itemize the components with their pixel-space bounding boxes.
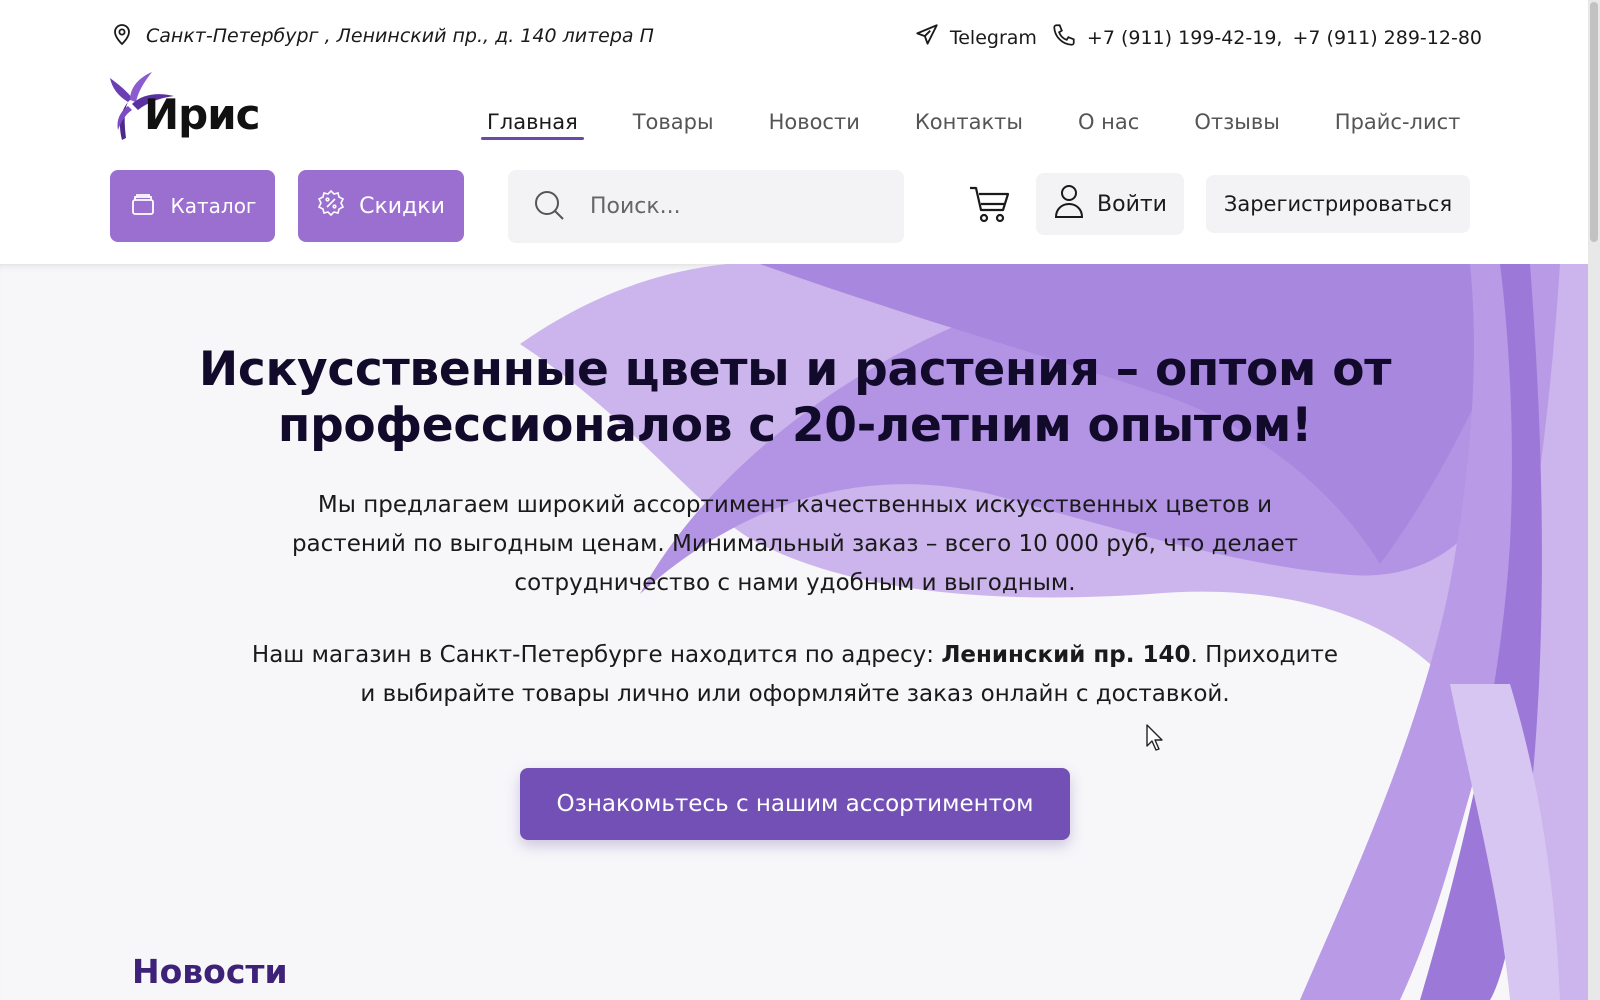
- discount-badge-icon: [317, 189, 345, 223]
- sales-button[interactable]: Скидки: [298, 170, 464, 242]
- search-input[interactable]: [590, 194, 870, 219]
- scrollbar-thumb[interactable]: [1590, 2, 1598, 242]
- nav-item-products[interactable]: Товары: [633, 110, 714, 140]
- hero-section: Искусственные цветы и растения – оптом о…: [0, 264, 1588, 1000]
- catalog-button[interactable]: Каталог: [110, 170, 275, 242]
- news-heading: Новости: [132, 952, 288, 991]
- catalog-label: Каталог: [170, 194, 257, 218]
- location-pin-icon: [110, 22, 134, 50]
- hero-description: Мы предлагаем широкий ассортимент качест…: [291, 492, 1299, 596]
- user-icon: [1053, 183, 1085, 225]
- login-label: Войти: [1097, 191, 1167, 217]
- cart-icon: [970, 186, 1010, 223]
- top-bar: Санкт-Петербург , Ленинский пр., д. 140 …: [0, 0, 1600, 70]
- hero-title: Искусственные цветы и растения – оптом о…: [198, 342, 1392, 453]
- search-box: [508, 170, 904, 243]
- browse-assortment-button[interactable]: Ознакомьтесь с нашим ассортиментом: [520, 768, 1070, 840]
- nav-item-reviews[interactable]: Отзывы: [1194, 110, 1279, 140]
- location: Санкт-Петербург , Ленинский пр., д. 140 …: [110, 22, 654, 50]
- nav-item-home[interactable]: Главная: [481, 110, 584, 140]
- nav-item-contacts[interactable]: Контакты: [915, 110, 1023, 140]
- logo[interactable]: Ирис: [108, 70, 261, 146]
- phone-link-2[interactable]: +7 (911) 289-12-80: [1292, 27, 1482, 49]
- nav-item-price-list[interactable]: Прайс-лист: [1335, 110, 1461, 140]
- telegram-link[interactable]: Telegram: [950, 27, 1037, 49]
- nav-item-news[interactable]: Новости: [769, 110, 860, 140]
- telegram-icon[interactable]: [914, 22, 940, 53]
- main-nav: Главная Товары Новости Контакты О нас От…: [481, 110, 1461, 140]
- nav-item-about[interactable]: О нас: [1078, 110, 1139, 140]
- search-icon[interactable]: [532, 188, 566, 226]
- login-button[interactable]: Войти: [1036, 173, 1184, 235]
- phone-icon: [1051, 22, 1077, 53]
- register-button[interactable]: Зарегистрироваться: [1206, 175, 1470, 233]
- page-scrollbar[interactable]: [1588, 0, 1600, 1000]
- catalog-icon: [129, 190, 157, 223]
- logo-text: Ирис: [144, 90, 261, 139]
- hero-address-text: Наш магазин в Санкт-Петербурге находится…: [250, 636, 1340, 714]
- phone-link-1[interactable]: +7 (911) 199-42-19,: [1087, 27, 1283, 49]
- cart-button[interactable]: [968, 182, 1012, 226]
- contacts: Telegram +7 (911) 199-42-19, +7 (911) 28…: [914, 22, 1482, 53]
- address-text-before: Наш магазин в Санкт-Петербурге находится…: [251, 642, 942, 668]
- mouse-cursor-icon: [1146, 724, 1163, 751]
- location-text: Санкт-Петербург , Ленинский пр., д. 140 …: [146, 25, 654, 47]
- address-highlight: Ленинский пр. 140: [941, 642, 1191, 668]
- sales-label: Скидки: [359, 193, 445, 219]
